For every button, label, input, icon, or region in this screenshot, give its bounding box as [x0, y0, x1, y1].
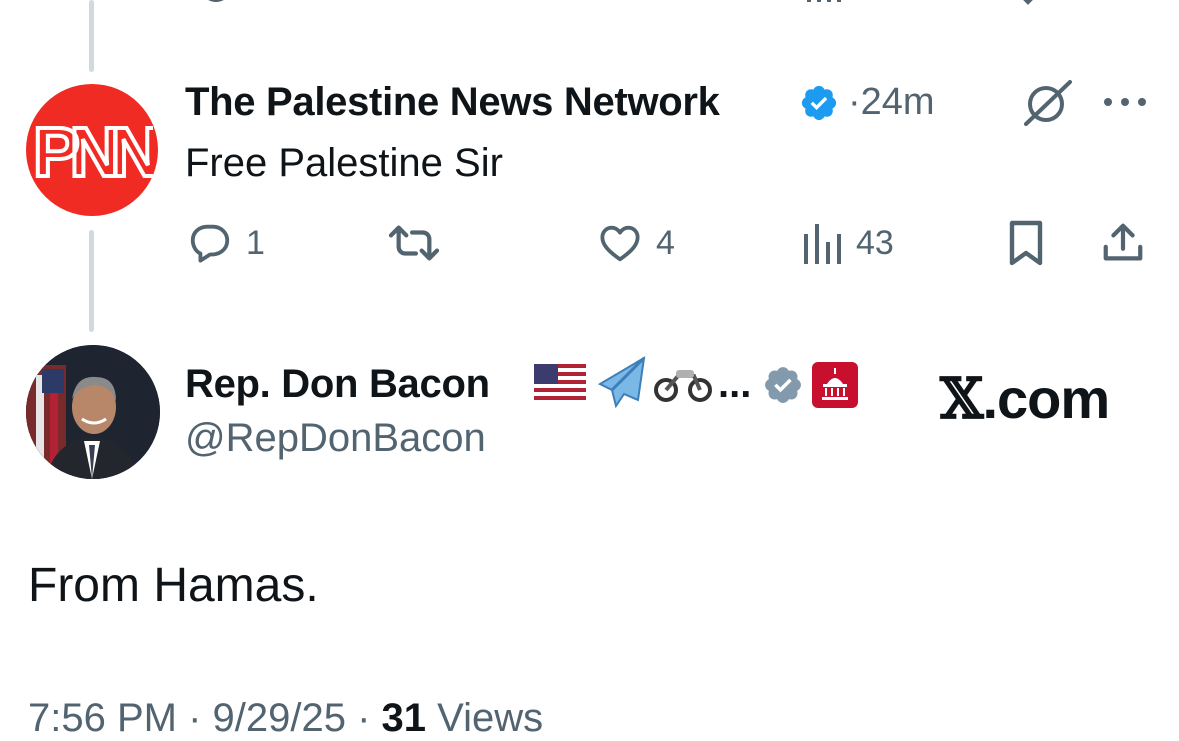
reply-avatar[interactable]: PNN — [26, 84, 158, 216]
prev-bookmark-icon[interactable] — [1010, 0, 1046, 6]
svg-text:PNN: PNN — [33, 113, 153, 188]
airplane-icon — [592, 354, 650, 410]
us-flag-icon — [534, 364, 586, 400]
share-icon — [1100, 220, 1146, 266]
tweet-meta: 7:56 PM · 9/29/25 · 31 Views — [28, 696, 544, 740]
like-count: 4 — [656, 223, 675, 262]
verified-badge-icon[interactable] — [799, 83, 839, 123]
tweet-views-count: 31 — [381, 696, 427, 740]
main-display-name[interactable]: Rep. Don Bacon — [185, 362, 490, 407]
watermark: 𝕏.com — [940, 366, 1110, 432]
main-handle[interactable]: @RepDonBacon — [185, 416, 486, 461]
thread-line-top — [89, 0, 94, 72]
portrait-photo — [26, 345, 160, 479]
grok-icon[interactable] — [1022, 80, 1074, 126]
repost-icon — [384, 220, 444, 266]
reply-count: 1 — [246, 223, 265, 262]
tweet-date[interactable]: 9/29/25 — [213, 696, 346, 740]
tweet-views-label: Views — [426, 696, 544, 740]
name-emojis — [534, 354, 712, 410]
thread-line-bottom — [89, 230, 94, 332]
like-button[interactable]: 4 — [596, 220, 675, 266]
views-icon — [802, 220, 844, 266]
prev-views-icon[interactable] — [805, 0, 841, 4]
verified-badge-icon[interactable] — [762, 364, 804, 406]
like-icon — [596, 220, 644, 266]
x-logo-icon: 𝕏 — [940, 366, 983, 432]
prev-share-icon[interactable] — [1102, 0, 1146, 6]
reply-icon — [186, 220, 234, 266]
main-tweet-text: From Hamas. — [28, 559, 319, 612]
views-button[interactable]: 43 — [802, 220, 894, 266]
reply-timestamp[interactable]: ·24m — [848, 81, 935, 124]
tweet-time[interactable]: 7:56 PM — [28, 696, 177, 740]
reply-button[interactable]: 1 — [186, 220, 265, 266]
name-truncation: ... — [718, 362, 752, 406]
views-count: 43 — [856, 223, 894, 262]
pnn-logo: PNN — [31, 112, 153, 188]
prev-reply-icon[interactable] — [194, 0, 238, 14]
motorcycle-icon — [654, 362, 712, 402]
bookmark-icon — [1006, 219, 1046, 267]
bookmark-button[interactable] — [1006, 220, 1046, 266]
repost-button[interactable] — [384, 220, 456, 266]
share-button[interactable] — [1100, 220, 1146, 266]
house-gop-badge[interactable] — [812, 362, 858, 408]
main-avatar[interactable] — [26, 345, 160, 479]
reply-display-name[interactable]: The Palestine News Network — [185, 80, 720, 125]
more-icon[interactable] — [1102, 96, 1148, 108]
reply-text: Free Palestine Sir — [185, 141, 503, 185]
